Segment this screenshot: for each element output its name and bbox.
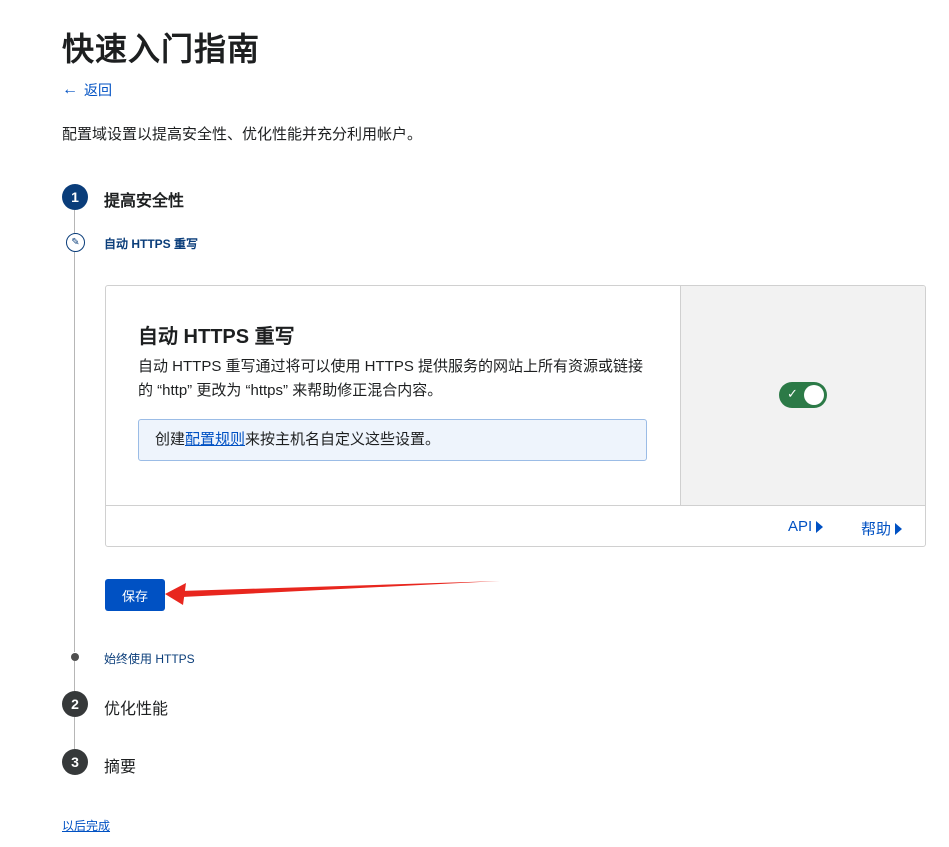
step-2-label[interactable]: 优化性能: [104, 695, 168, 719]
configuration-rules-link[interactable]: 配置规则: [185, 431, 245, 448]
api-label: API: [788, 518, 813, 535]
card-footer: API 帮助: [106, 505, 925, 546]
page-subtitle: 配置域设置以提高安全性、优化性能并充分利用帐户。: [62, 126, 423, 143]
help-link[interactable]: 帮助: [861, 518, 903, 539]
card-toggle-panel: ✓: [680, 286, 925, 505]
info-box: 创建配置规则来按主机名自定义这些设置。: [138, 419, 647, 461]
timeline-line: [74, 717, 75, 749]
arrow-left-icon: ←: [62, 81, 78, 98]
page-title: 快速入门指南: [62, 31, 261, 67]
check-icon: ✓: [787, 386, 798, 401]
step-1-number: 1: [62, 184, 88, 210]
info-prefix: 创建: [155, 431, 186, 448]
caret-right-icon: [816, 520, 824, 533]
info-suffix: 来按主机名自定义这些设置。: [245, 431, 441, 448]
substep-next[interactable]: 始终使用 HTTPS: [104, 650, 195, 667]
pencil-icon: ✎: [66, 233, 85, 252]
toggle-knob: [804, 385, 824, 405]
back-label: 返回: [84, 82, 112, 98]
step-3-number: 3: [62, 749, 88, 775]
step-1-label[interactable]: 提高安全性: [104, 187, 184, 211]
step-3-label[interactable]: 摘要: [104, 753, 136, 777]
timeline-line: [74, 252, 75, 652]
substep-dot: [71, 653, 79, 661]
card-description: 自动 HTTPS 重写通过将可以使用 HTTPS 提供服务的网站上所有资源或链接…: [138, 358, 644, 399]
caret-right-icon: [895, 522, 903, 535]
card-content: 自动 HTTPS 重写 自动 HTTPS 重写通过将可以使用 HTTPS 提供服…: [106, 286, 680, 505]
help-label: 帮助: [861, 521, 892, 538]
timeline-line: [74, 661, 75, 693]
finish-later-link[interactable]: 以后完成: [62, 817, 110, 834]
card-title: 自动 HTTPS 重写: [138, 326, 295, 348]
step-2-number: 2: [62, 691, 88, 717]
api-link[interactable]: API: [788, 518, 824, 535]
back-link[interactable]: ← 返回: [62, 80, 112, 100]
setting-card: 自动 HTTPS 重写 自动 HTTPS 重写通过将可以使用 HTTPS 提供服…: [105, 285, 926, 547]
save-button[interactable]: 保存: [105, 579, 165, 611]
substep-current[interactable]: 自动 HTTPS 重写: [104, 235, 198, 252]
auto-https-rewrite-toggle[interactable]: ✓: [779, 382, 827, 408]
